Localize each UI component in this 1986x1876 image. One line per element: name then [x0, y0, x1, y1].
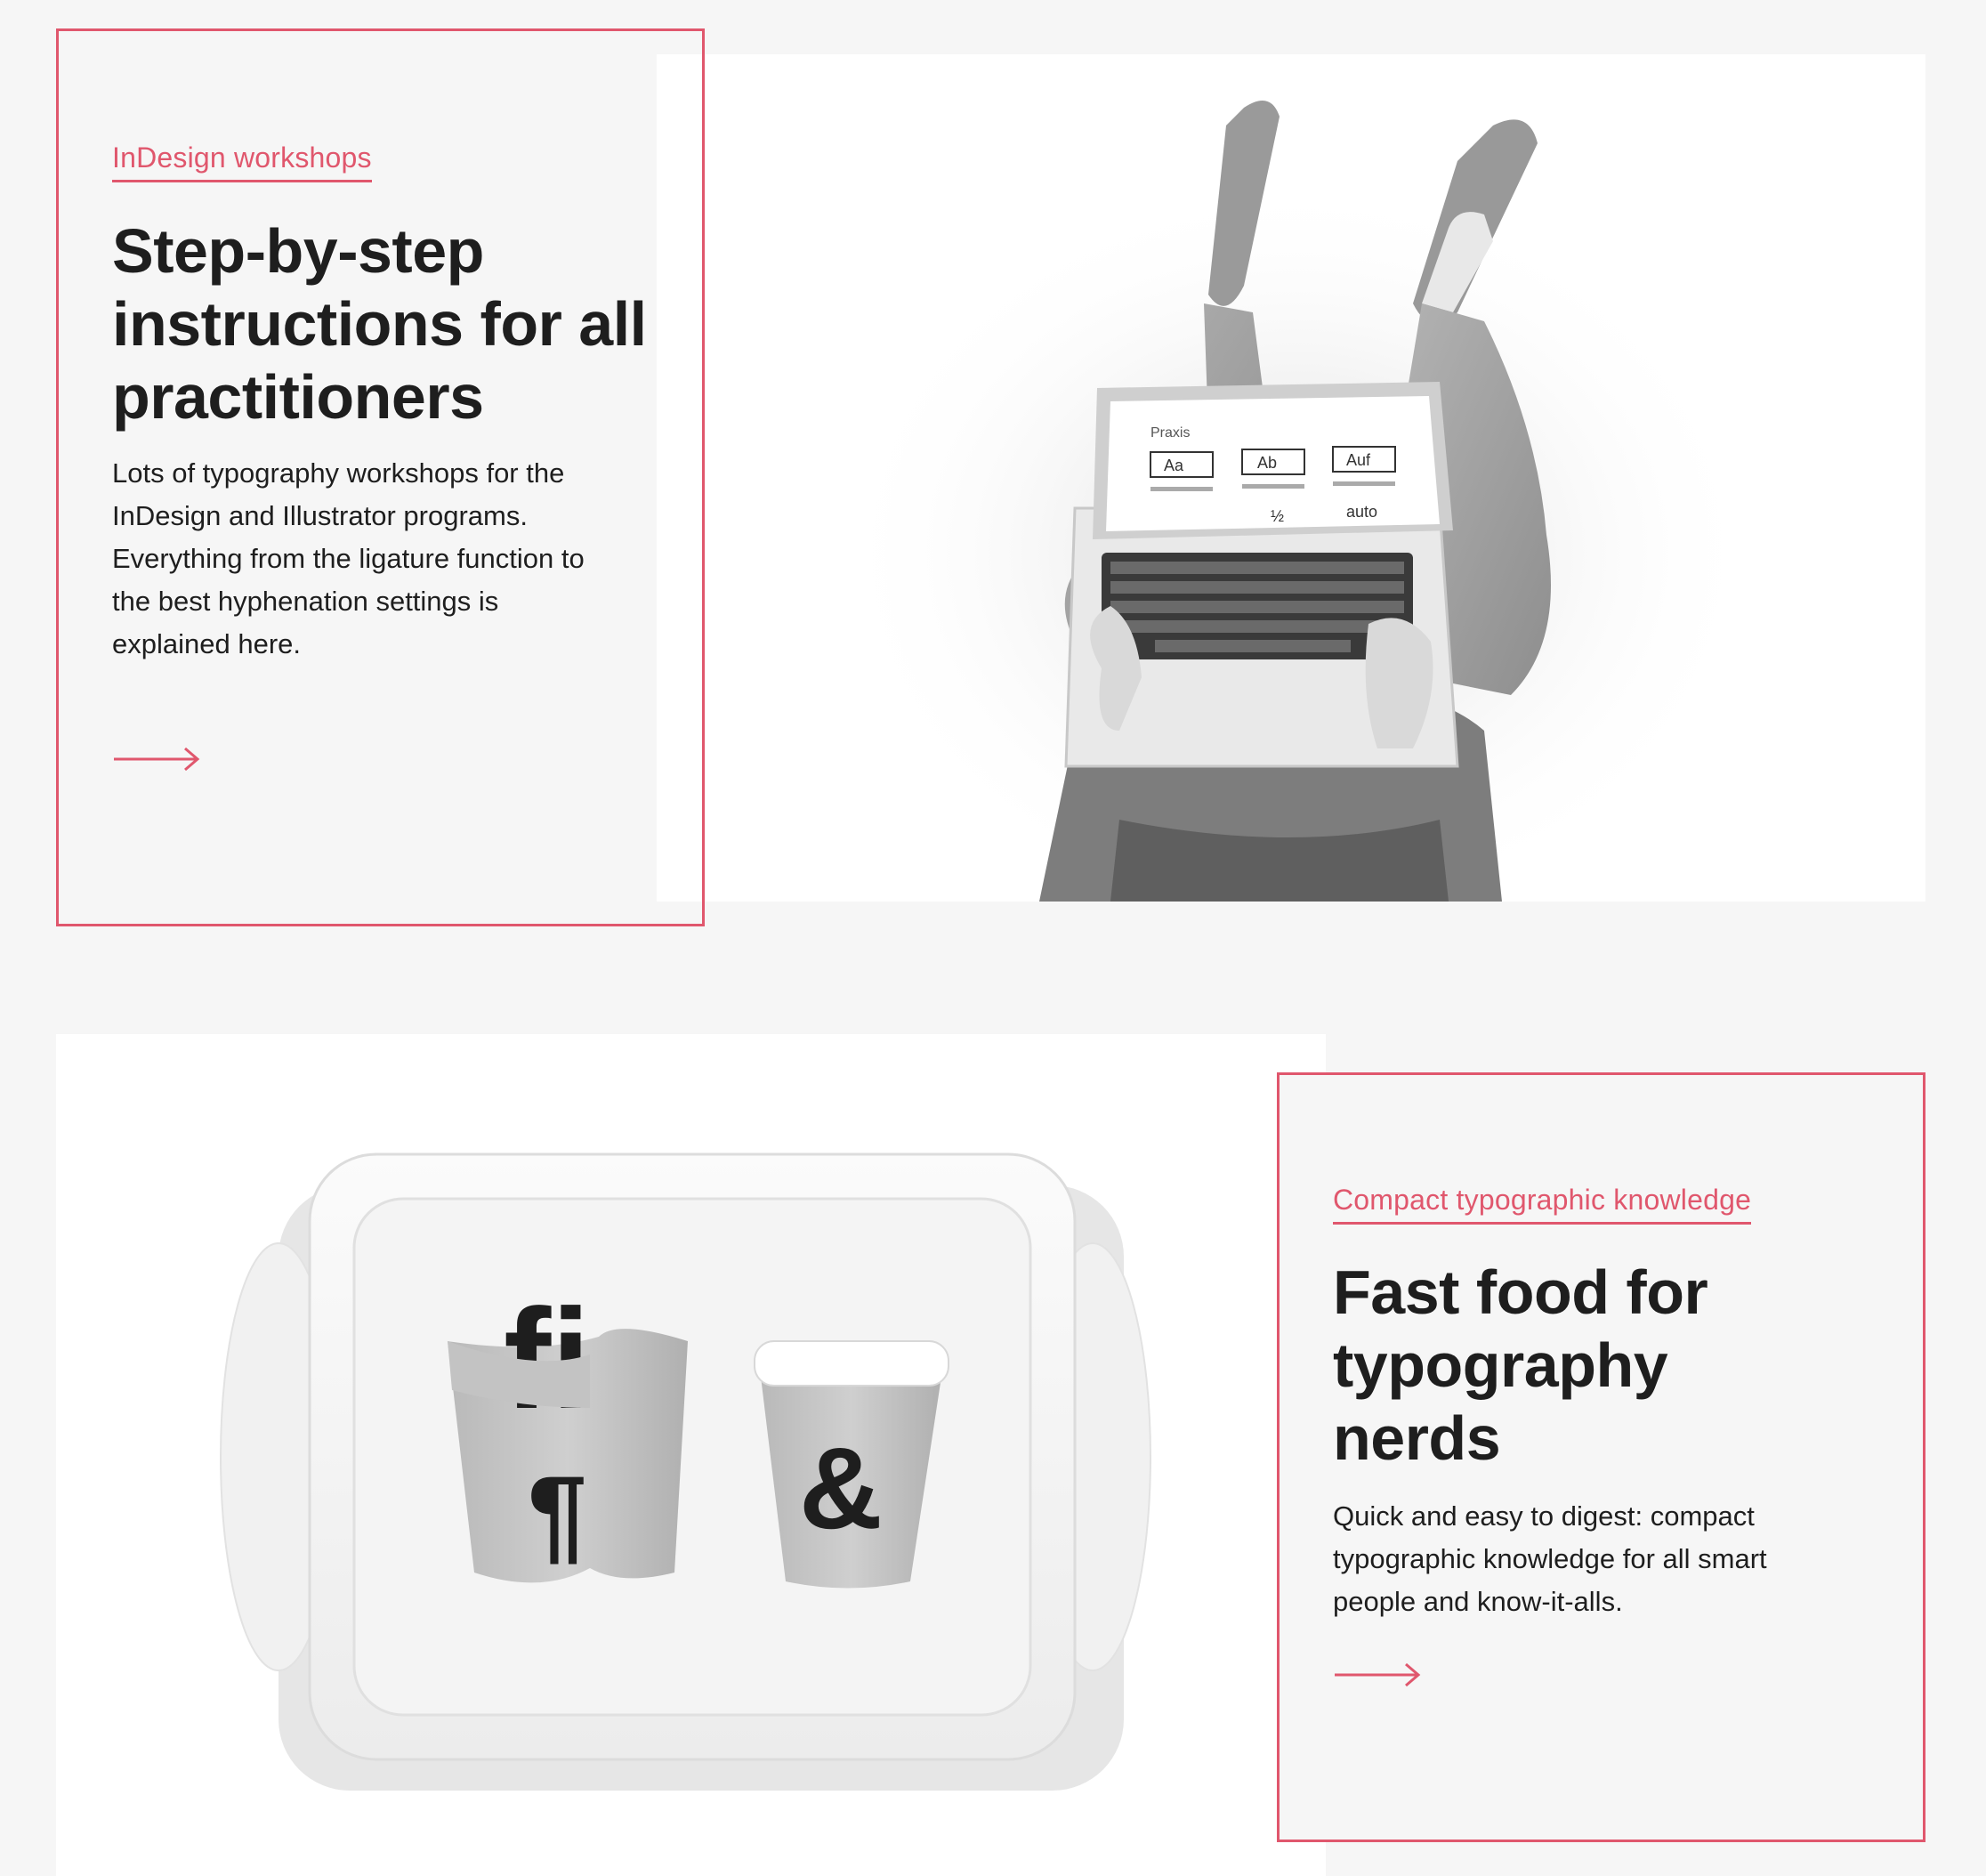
tray-photo-illustration: fi ¶ & [220, 1152, 1151, 1791]
card-headline: Fast food for typography nerds [1333, 1257, 1708, 1473]
svg-text:Aa: Aa [1164, 457, 1184, 474]
svg-text:Ab: Ab [1257, 454, 1277, 472]
card-description: Lots of typography workshops for the InD… [112, 457, 585, 659]
arrow-right-icon[interactable] [1333, 1657, 1422, 1693]
card-description: Quick and easy to digest: compact typogr… [1333, 1500, 1767, 1617]
svg-text:&: & [799, 1423, 883, 1553]
svg-text:½: ½ [1271, 507, 1284, 525]
arrow-right-icon[interactable] [112, 741, 201, 777]
card-eyebrow-link[interactable]: InDesign workshops [112, 142, 372, 182]
card-eyebrow-link[interactable]: Compact typographic knowledge [1333, 1184, 1752, 1225]
svg-text:¶: ¶ [528, 1454, 587, 1573]
hero-image-laptop: Praxis Aa Ab Auf ½ auto [657, 54, 1925, 902]
laptop-photo-illustration: Praxis Aa Ab Auf ½ auto [835, 101, 1760, 902]
feature-card-compact-knowledge: Compact typographic knowledge Fast food … [1277, 1072, 1925, 1842]
svg-text:auto: auto [1346, 503, 1377, 521]
card-headline: Step-by-step instructions for all practi… [112, 216, 647, 432]
hero-image-fastfood-tray: fi ¶ & [56, 1034, 1326, 1876]
feature-card-indesign-workshops: InDesign workshops Step-by-step instruct… [56, 28, 705, 926]
svg-text:Praxis: Praxis [1150, 425, 1190, 441]
svg-text:Auf: Auf [1346, 451, 1371, 469]
